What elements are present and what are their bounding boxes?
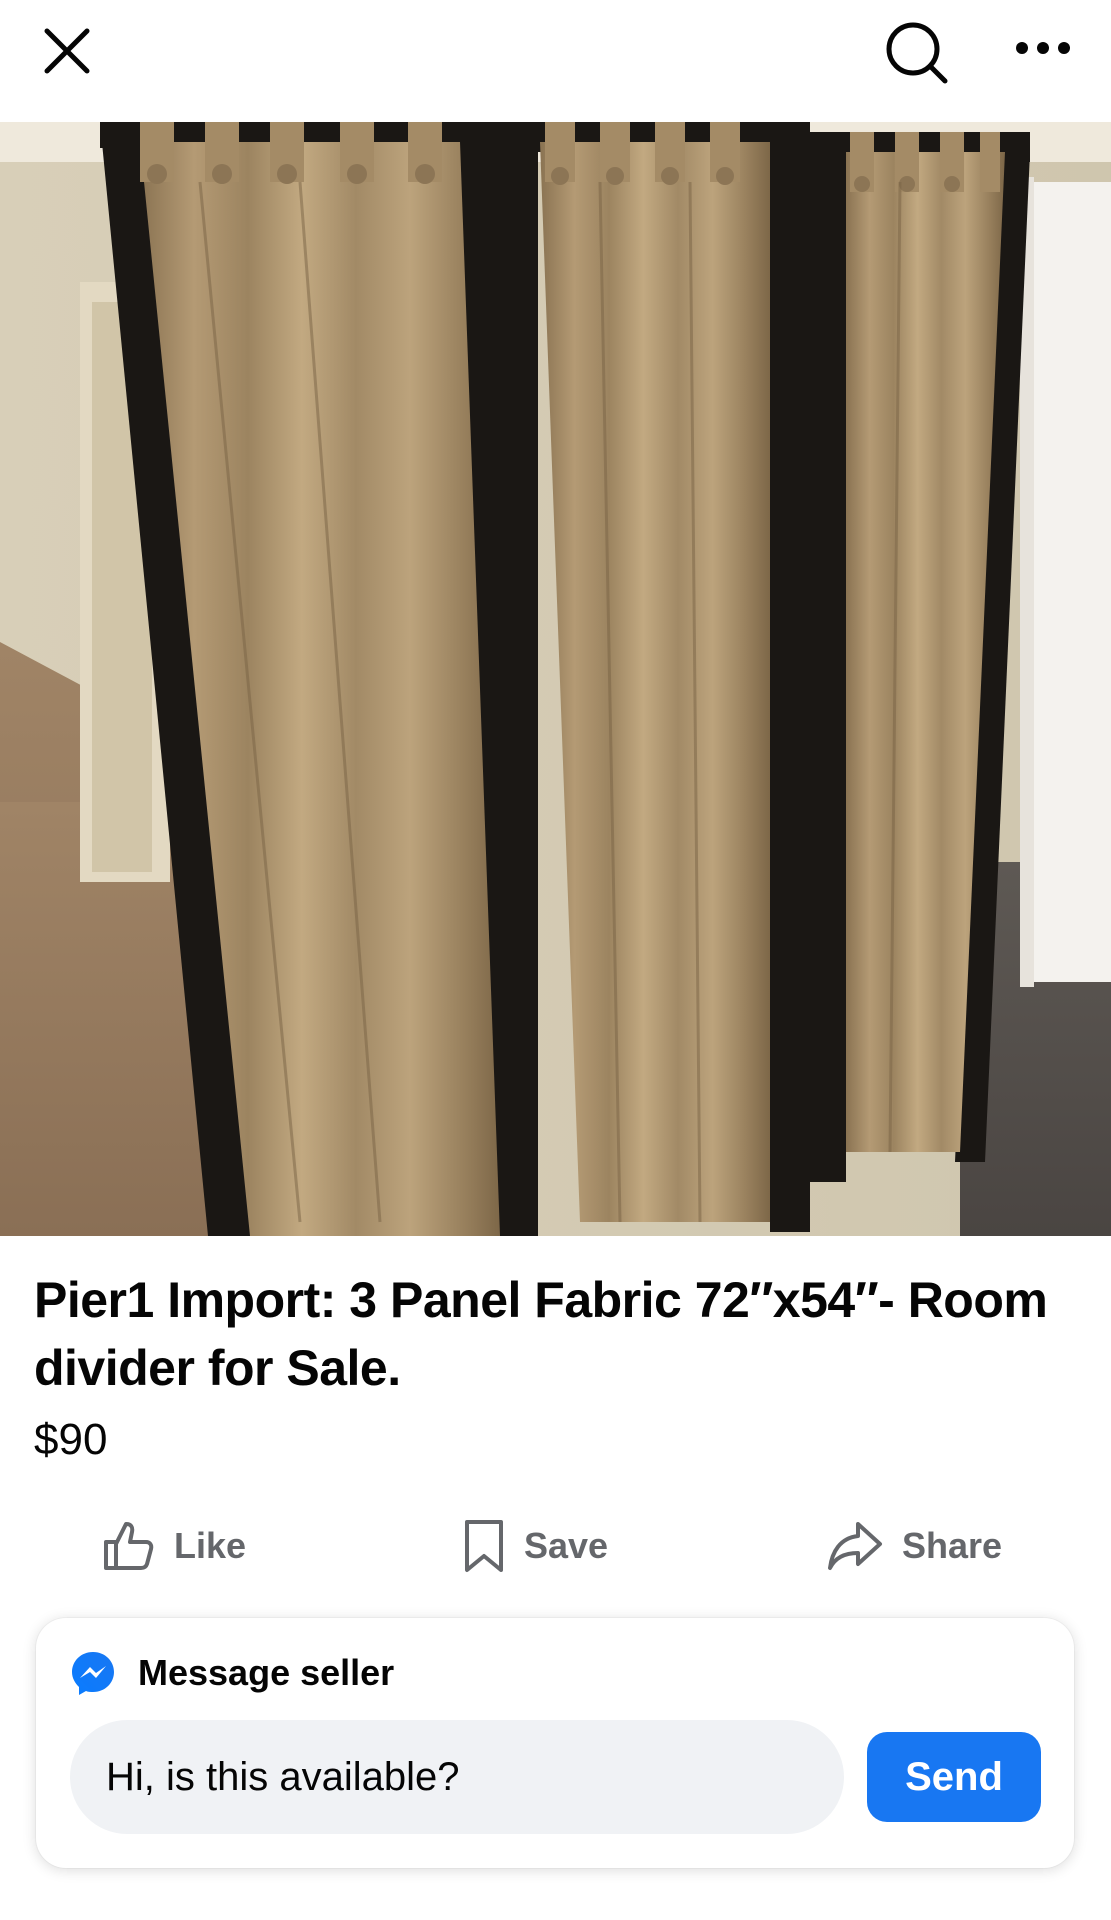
share-button[interactable]: Share [826, 1496, 1002, 1596]
listing-title: Pier1 Import: 3 Panel Fabric 72″x54″- Ro… [34, 1272, 1048, 1396]
save-button[interactable]: Save [462, 1496, 608, 1596]
message-input[interactable] [70, 1720, 844, 1834]
share-arrow-icon [828, 1522, 882, 1570]
close-icon [44, 28, 90, 74]
listing-price: $90 [34, 1415, 108, 1464]
message-seller-header: Message seller [70, 1646, 394, 1700]
bookmark-icon [465, 1520, 503, 1572]
save-label: Save [524, 1525, 609, 1566]
listing-info: Pier1 Import: 3 Panel Fabric 72″x54″- Ro… [0, 1236, 1111, 1920]
share-label: Share [902, 1525, 1003, 1566]
like-label: Like [174, 1525, 247, 1566]
message-seller-title: Message seller [138, 1652, 395, 1693]
room-divider-photo [0, 122, 1111, 1236]
search-button[interactable] [880, 16, 954, 90]
action-bar: Like Save Share [0, 1496, 1111, 1596]
marketplace-listing-page: Pier1 Import: 3 Panel Fabric 72″x54″- Ro… [0, 0, 1111, 1920]
messenger-icon [72, 1652, 114, 1695]
search-icon [886, 22, 948, 84]
more-options-button[interactable] [1010, 24, 1076, 72]
thumbs-up-icon [104, 1522, 154, 1570]
message-seller-card: Message seller Send [36, 1618, 1074, 1868]
like-button[interactable]: Like [100, 1496, 246, 1596]
top-bar [0, 0, 1111, 122]
close-button[interactable] [36, 20, 98, 82]
more-horizontal-icon [1016, 42, 1070, 54]
listing-photo[interactable] [0, 122, 1111, 1236]
send-button[interactable]: Send [867, 1732, 1041, 1822]
